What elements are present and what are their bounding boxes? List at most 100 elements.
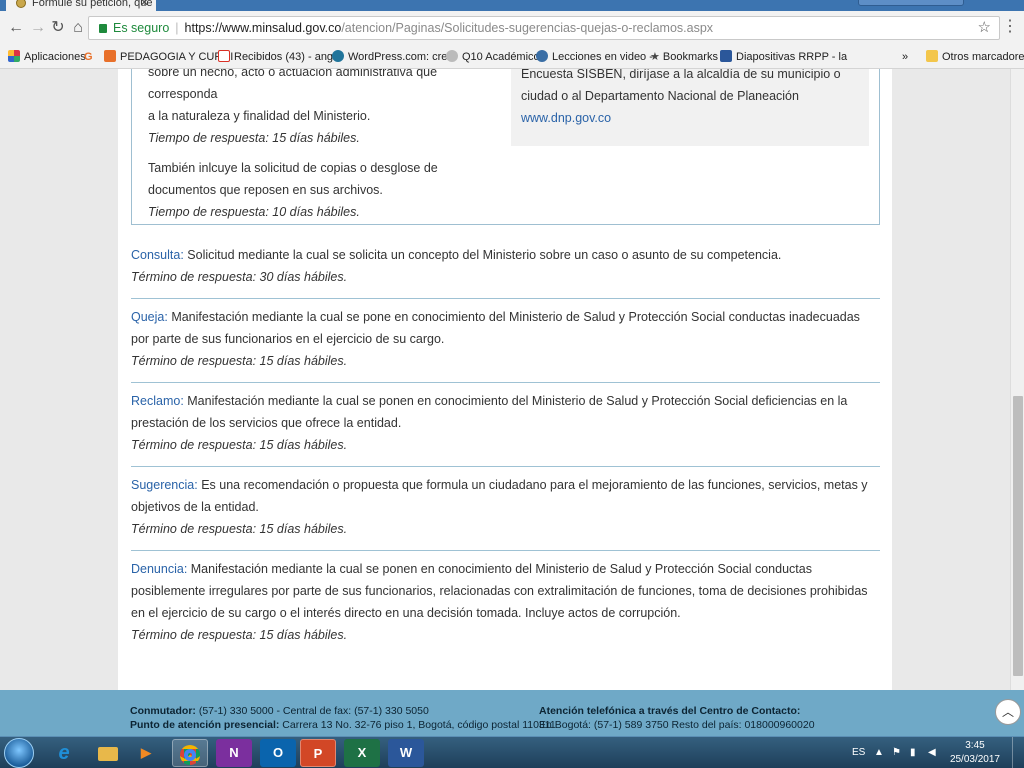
bookmark-label: Lecciones en video - xyxy=(552,51,653,63)
file-explorer-icon[interactable] xyxy=(90,739,126,767)
definition-term: Sugerencia: xyxy=(131,478,198,492)
info-box: sobre un hecho, acto o actuación adminis… xyxy=(131,69,880,225)
media-player-icon[interactable]: ▶ xyxy=(128,739,164,767)
excel-icon[interactable]: X xyxy=(344,739,380,767)
definition-text: Solicitud mediante la cual se solicita u… xyxy=(183,248,782,262)
browser-toolbar: ← → ↻ ⌂ Es seguro | https://www.minsalud.g… xyxy=(0,11,1024,45)
outlook-icon[interactable]: O xyxy=(260,739,296,767)
tab-title: Formule su petición, que xyxy=(32,0,153,9)
definition-reclamo: Reclamo: Manifestación mediante la cual … xyxy=(131,390,880,456)
blogger-icon xyxy=(104,50,116,62)
language-indicator[interactable]: ES xyxy=(852,747,865,758)
gmail-icon xyxy=(218,50,230,62)
bookmark-other[interactable]: Otros marcadores xyxy=(926,50,1024,64)
definition-text: Manifestación mediante la cual se ponen … xyxy=(131,394,848,430)
bookmark-label: Aplicaciones xyxy=(24,51,86,63)
back-arrow-icon[interactable]: ← xyxy=(6,18,26,38)
forward-arrow-icon[interactable]: → xyxy=(28,18,48,38)
clock-date: 25/03/2017 xyxy=(949,754,1000,765)
response-time: Término de respuesta: 15 días hábiles. xyxy=(131,628,348,642)
browser-menu-icon[interactable]: ⋮ xyxy=(1002,19,1018,35)
footer-call-center: Atención telefónica a través del Centro … xyxy=(539,704,815,732)
reload-icon[interactable]: ↻ xyxy=(48,18,68,38)
lock-icon xyxy=(99,24,107,33)
powerpoint-icon[interactable]: P xyxy=(300,739,336,767)
bookmark-star-icon[interactable]: ☆ xyxy=(978,17,991,39)
bookmark-pedagogia[interactable]: PEDAGOGIA Y CURRI xyxy=(104,50,233,64)
definition-denuncia: Denuncia: Manifestación mediante la cual… xyxy=(131,558,880,646)
response-time: Tiempo de respuesta: 15 días hábiles. xyxy=(148,131,360,145)
footer-label: Punto de atención presencial: xyxy=(130,719,280,731)
scroll-to-top-button[interactable]: ︿ xyxy=(995,699,1021,725)
chrome-icon[interactable] xyxy=(172,739,208,767)
footer-value: Carrera 13 No. 32-76 piso 1, Bogotá, cód… xyxy=(279,719,556,731)
document-icon xyxy=(720,50,732,62)
signal-icon[interactable]: ▮ xyxy=(910,747,916,758)
divider xyxy=(131,466,880,467)
apps-grid-icon xyxy=(8,50,20,62)
dnp-link[interactable]: www.dnp.gov.co xyxy=(521,111,611,125)
volume-icon[interactable]: ◀ xyxy=(928,747,936,758)
response-time: Término de respuesta: 15 días hábiles. xyxy=(131,522,348,536)
definition-term: Consulta: xyxy=(131,248,184,262)
gear-icon xyxy=(536,50,548,62)
show-hidden-icons-icon[interactable]: ▲ xyxy=(874,747,884,758)
url-path: /atencion/Paginas/Solicitudes-sugerencia… xyxy=(341,21,714,35)
response-time: Término de respuesta: 15 días hábiles. xyxy=(131,354,348,368)
scrollbar-thumb[interactable] xyxy=(1013,396,1023,676)
content-panel: sobre un hecho, acto o actuación adminis… xyxy=(118,69,892,690)
page-scrollbar[interactable] xyxy=(1010,69,1024,690)
bookmark-gmail[interactable]: Recibidos (43) - angel xyxy=(218,50,342,64)
definition-term: Queja: xyxy=(131,310,168,324)
definition-term: Denuncia: xyxy=(131,562,188,576)
definition-queja: Queja: Manifestación mediante la cual se… xyxy=(131,306,880,372)
show-desktop-button[interactable] xyxy=(1012,737,1024,768)
home-icon[interactable]: ⌂ xyxy=(68,18,88,38)
divider xyxy=(131,550,880,551)
star-icon: ★ xyxy=(650,51,663,63)
clock-time: 3:45 xyxy=(965,740,985,751)
page-viewport: sobre un hecho, acto o actuación adminis… xyxy=(0,69,1010,690)
bookmark-label: Diapositivas RRPP - la xyxy=(736,51,848,63)
url-host: https://www.minsalud.gov.co xyxy=(184,21,342,35)
internet-explorer-icon[interactable]: e xyxy=(46,739,82,767)
bookmark-label: WordPress.com: crea xyxy=(348,51,454,63)
info-text: a la naturaleza y finalidad del Minister… xyxy=(148,109,371,123)
bookmark-label: Otros marcadores xyxy=(942,51,1024,63)
address-bar[interactable]: Es seguro | https://www.minsalud.gov.co/at… xyxy=(88,16,1000,40)
bookmark-diapositivas[interactable]: Diapositivas RRPP - la xyxy=(720,50,847,64)
site-footer: Conmutador: (57-1) 330 5000 - Central de… xyxy=(0,690,1024,736)
footer-value: (57-1) 330 5000 - Central de fax: (57-1)… xyxy=(195,705,429,717)
flag-icon[interactable]: ⚑ xyxy=(892,747,901,758)
onenote-icon[interactable]: N xyxy=(216,739,252,767)
response-time: Tiempo de respuesta: 10 días hábiles. xyxy=(148,205,360,219)
bookmark-lecciones[interactable]: Lecciones en video - xyxy=(536,50,653,64)
browser-tab[interactable]: Formule su petición, que ✕ xyxy=(6,0,156,11)
start-button[interactable] xyxy=(4,738,34,768)
tab-strip: Formule su petición, que ✕ xyxy=(0,0,1024,11)
bookmark-q10[interactable]: Q10 Académico xyxy=(446,50,540,64)
footer-contact-info: Conmutador: (57-1) 330 5000 - Central de… xyxy=(130,704,556,732)
definition-text: Manifestación mediante la cual se pone e… xyxy=(131,310,860,346)
bookmark-bookmarks[interactable]: ★ Bookmarks xyxy=(650,50,718,64)
divider xyxy=(131,382,880,383)
bookmark-label: PEDAGOGIA Y CURRI xyxy=(120,51,234,63)
bookmarks-overflow-icon[interactable]: » xyxy=(902,50,908,64)
security-label: Es seguro xyxy=(113,21,170,35)
user-profile-chip[interactable] xyxy=(858,0,964,6)
definition-text: Es una recomendación o propuesta que for… xyxy=(131,478,868,514)
google-icon[interactable]: G xyxy=(84,50,93,64)
bookmarks-bar: Aplicaciones G PEDAGOGIA Y CURRI Recibid… xyxy=(0,45,1024,69)
definition-consulta: Consulta: Solicitud mediante la cual se … xyxy=(131,244,880,288)
footer-value: En Bogotá: (57-1) 589 3750 Resto del paí… xyxy=(539,719,815,731)
response-time: Término de respuesta: 30 días hábiles. xyxy=(131,270,348,284)
close-tab-icon[interactable]: ✕ xyxy=(140,0,149,9)
definition-term: Reclamo: xyxy=(131,394,184,408)
sisben-text: Encuesta SISBEN, diríjase a la alcaldía … xyxy=(521,69,841,103)
info-text: sobre un hecho, acto o actuación adminis… xyxy=(148,69,438,101)
bookmark-wordpress[interactable]: WordPress.com: crea xyxy=(332,50,454,64)
clock[interactable]: 3:45 25/03/2017 xyxy=(950,739,1000,767)
bookmark-apps[interactable]: Aplicaciones xyxy=(8,50,86,64)
word-icon[interactable]: W xyxy=(388,739,424,767)
system-tray: ES ▲ ⚑ ▮ ◀ 3:45 25/03/2017 xyxy=(834,737,1024,768)
